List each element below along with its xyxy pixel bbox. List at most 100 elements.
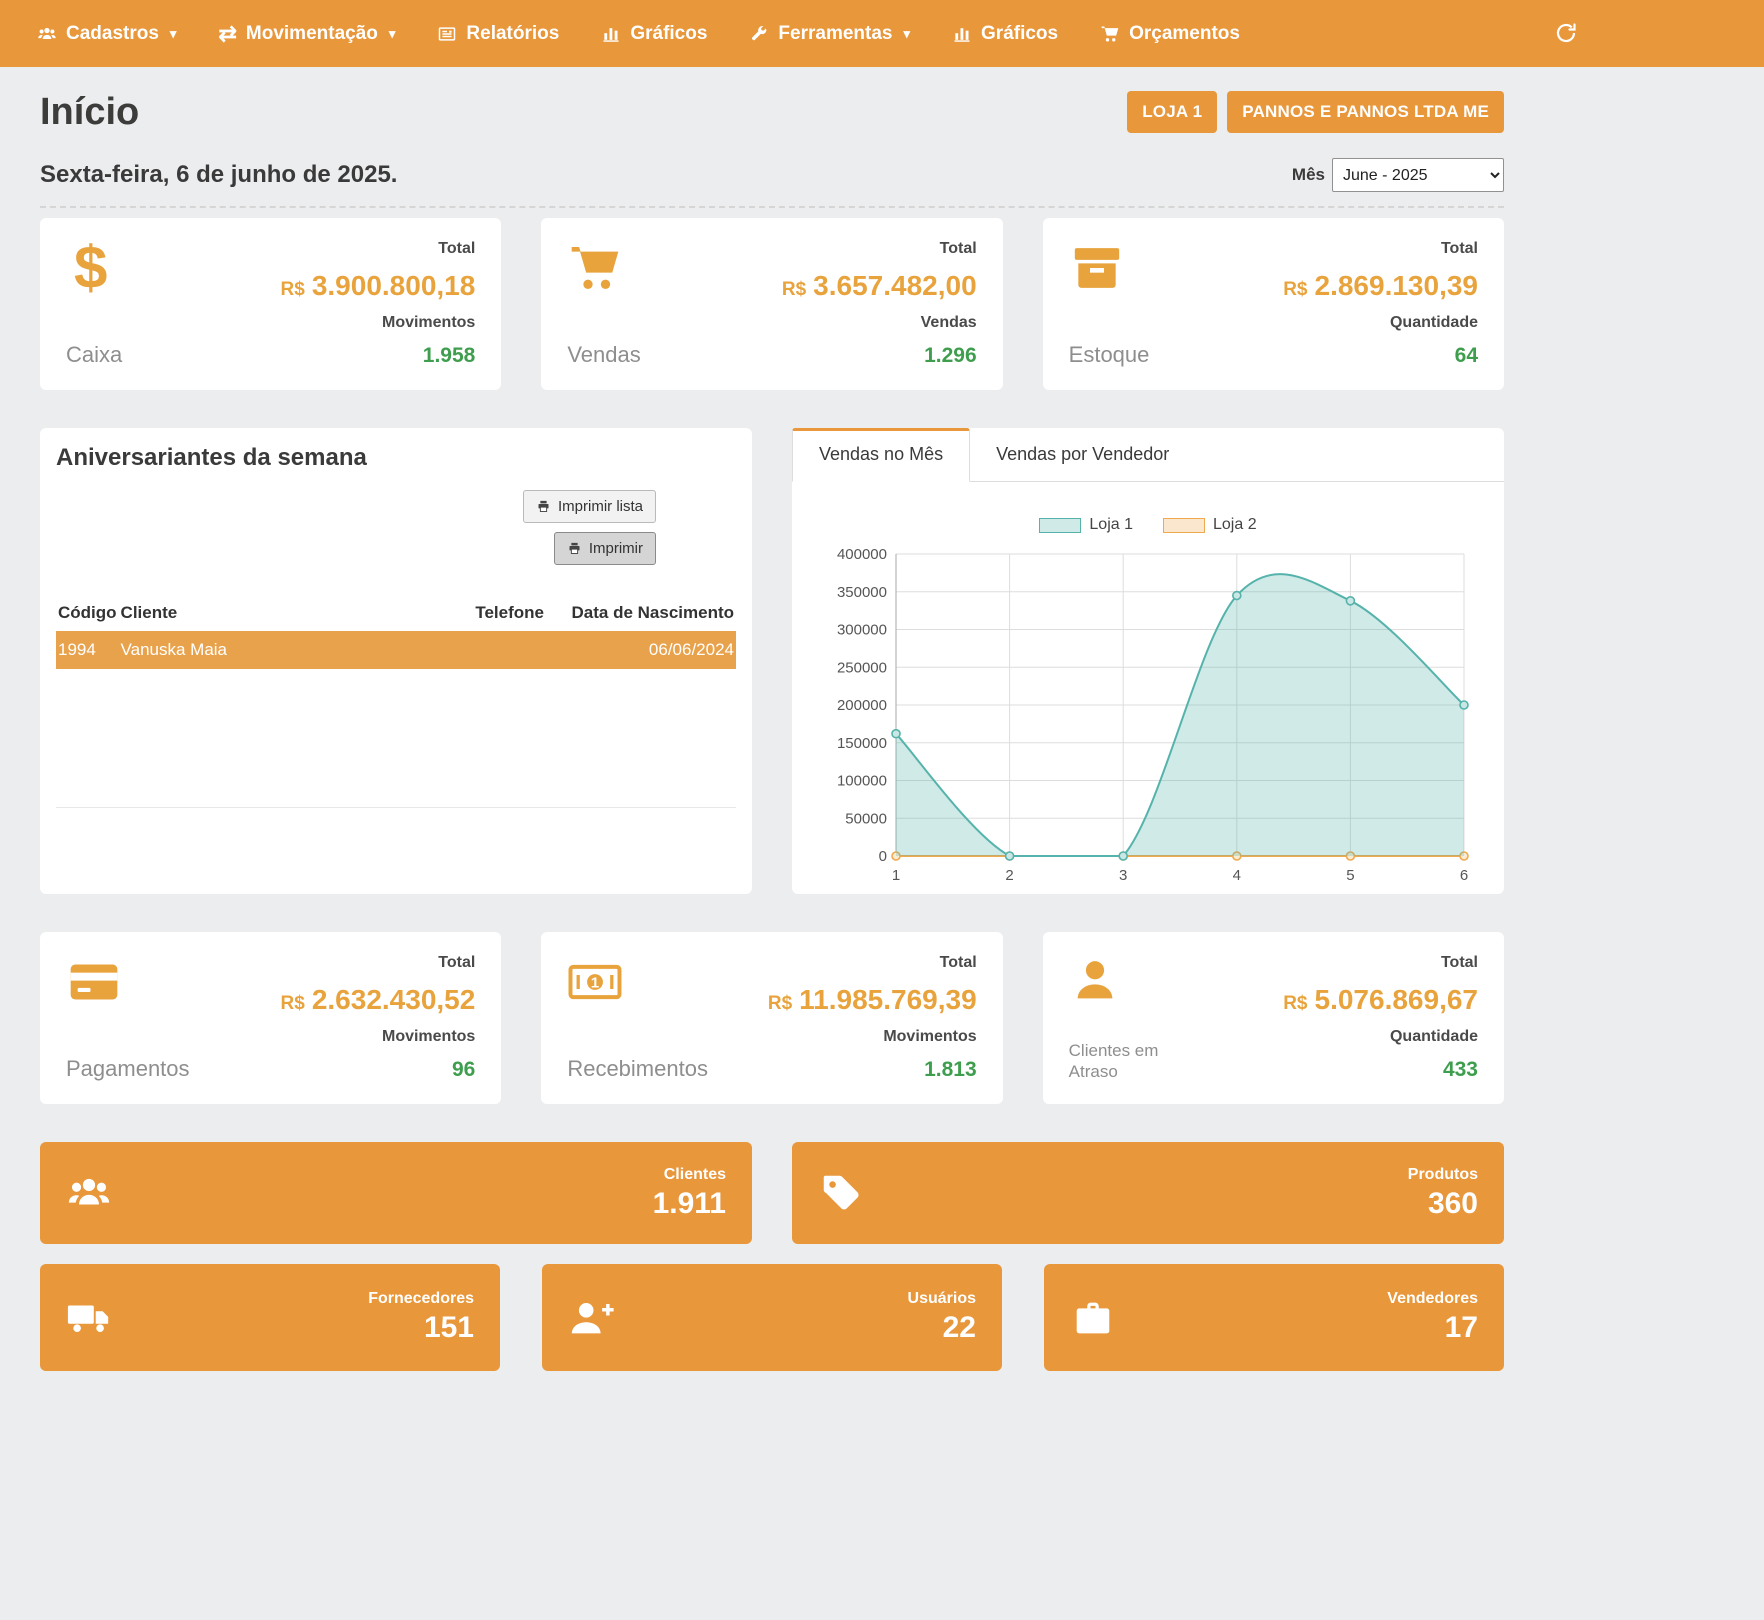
tab-vendas-por-vendedor[interactable]: Vendas por Vendedor bbox=[970, 428, 1195, 481]
money-bill-icon: 1 bbox=[567, 954, 707, 1015]
caret-down-icon: ▾ bbox=[170, 26, 177, 42]
total-value: R$3.900.800,18 bbox=[281, 270, 476, 302]
credit-card-icon bbox=[66, 954, 190, 1015]
tile-vendedores[interactable]: Vendedores 17 bbox=[1044, 1264, 1504, 1371]
birthdays-card: Aniversariantes da semana Imprimir lista… bbox=[40, 428, 752, 894]
count-label: Vendas bbox=[782, 314, 977, 332]
nav-item-movimentacao[interactable]: ⇄ Movimentação ▾ bbox=[197, 0, 416, 67]
total-value: R$5.076.869,67 bbox=[1283, 984, 1478, 1016]
svg-text:250000: 250000 bbox=[837, 659, 887, 676]
tile-value: 151 bbox=[368, 1311, 474, 1345]
legend-label: Loja 1 bbox=[1089, 516, 1133, 534]
tile-value: 22 bbox=[908, 1311, 976, 1345]
divider bbox=[56, 807, 736, 808]
total-label: Total bbox=[1283, 954, 1478, 972]
clientes-atraso-card: Clientes em Atraso Total R$5.076.869,67 … bbox=[1043, 932, 1504, 1104]
wrench-icon bbox=[749, 24, 769, 44]
cell-nascimento: 06/06/2024 bbox=[546, 631, 736, 669]
svg-text:200000: 200000 bbox=[837, 697, 887, 714]
cell-telefone bbox=[446, 631, 546, 669]
svg-text:150000: 150000 bbox=[837, 735, 887, 752]
legend-item[interactable]: Loja 1 bbox=[1039, 516, 1133, 534]
page-header: Início LOJA 1 PANNOS E PANNOS LTDA ME bbox=[40, 91, 1504, 134]
svg-text:300000: 300000 bbox=[837, 622, 887, 639]
total-label: Total bbox=[768, 954, 977, 972]
divider bbox=[40, 206, 1504, 208]
nav-item-graficos-1[interactable]: Gráficos bbox=[580, 0, 728, 67]
company-button[interactable]: PANNOS E PANNOS LTDA ME bbox=[1227, 91, 1504, 133]
nav-item-cadastros[interactable]: Cadastros ▾ bbox=[16, 0, 197, 67]
bar-chart-icon bbox=[952, 24, 972, 44]
briefcase-icon bbox=[1070, 1295, 1116, 1341]
total-value: R$3.657.482,00 bbox=[782, 270, 977, 302]
col-nascimento: Data de Nascimento bbox=[546, 595, 736, 631]
card-name: Clientes em Atraso bbox=[1069, 1040, 1209, 1083]
box-icon bbox=[1069, 240, 1150, 301]
nav-label: Relatórios bbox=[466, 23, 559, 45]
month-label: Mês bbox=[1292, 165, 1325, 185]
nav-item-orcamentos[interactable]: Orçamentos bbox=[1079, 0, 1261, 67]
caret-down-icon: ▾ bbox=[903, 26, 910, 42]
nav-label: Gráficos bbox=[981, 23, 1058, 45]
nav-label: Cadastros bbox=[66, 23, 159, 45]
table-row[interactable]: 1994 Vanuska Maia 06/06/2024 bbox=[56, 631, 736, 669]
nav-label: Gráficos bbox=[630, 23, 707, 45]
nav-item-ferramentas[interactable]: Ferramentas ▾ bbox=[728, 0, 931, 67]
top-nav: Cadastros ▾ ⇄ Movimentação ▾ Relatórios … bbox=[0, 0, 1764, 67]
estoque-card: Estoque Total R$2.869.130,39 Quantidade … bbox=[1043, 218, 1504, 390]
svg-text:4: 4 bbox=[1233, 867, 1241, 884]
count-value: 1.296 bbox=[782, 344, 977, 368]
print-button[interactable]: Imprimir bbox=[554, 532, 656, 565]
dollar-icon: $ bbox=[66, 240, 122, 296]
total-label: Total bbox=[281, 240, 476, 258]
nav-item-graficos-2[interactable]: Gráficos bbox=[931, 0, 1079, 67]
total-value: R$2.632.430,52 bbox=[281, 984, 476, 1016]
refresh-icon[interactable] bbox=[1554, 21, 1578, 45]
tile-usuarios[interactable]: Usuários 22 bbox=[542, 1264, 1002, 1371]
chart-legend: Loja 1 Loja 2 bbox=[810, 516, 1486, 534]
nav-label: Orçamentos bbox=[1129, 23, 1240, 45]
printer-icon bbox=[536, 499, 551, 514]
page-title: Início bbox=[40, 91, 139, 134]
count-label: Movimentos bbox=[281, 1028, 476, 1046]
tab-vendas-no-mes[interactable]: Vendas no Mês bbox=[792, 428, 970, 482]
month-select[interactable]: June - 2025 bbox=[1332, 158, 1504, 192]
print-list-button[interactable]: Imprimir lista bbox=[523, 490, 656, 523]
truck-icon bbox=[66, 1295, 112, 1341]
legend-swatch bbox=[1163, 518, 1205, 533]
newspaper-icon bbox=[437, 24, 457, 44]
tile-clientes[interactable]: Clientes 1.911 bbox=[40, 1142, 752, 1244]
col-codigo: Código bbox=[56, 595, 119, 631]
tile-label: Fornecedores bbox=[368, 1290, 474, 1308]
svg-text:400000: 400000 bbox=[837, 546, 887, 563]
svg-text:6: 6 bbox=[1460, 867, 1468, 884]
count-value: 96 bbox=[281, 1058, 476, 1082]
svg-text:1: 1 bbox=[591, 974, 599, 991]
legend-label: Loja 2 bbox=[1213, 516, 1257, 534]
nav-item-relatorios[interactable]: Relatórios bbox=[416, 0, 580, 67]
count-value: 1.813 bbox=[768, 1058, 977, 1082]
count-label: Quantidade bbox=[1283, 314, 1478, 332]
tile-value: 360 bbox=[1408, 1187, 1478, 1221]
count-value: 64 bbox=[1283, 344, 1478, 368]
legend-item[interactable]: Loja 2 bbox=[1163, 516, 1257, 534]
birthdays-title: Aniversariantes da semana bbox=[56, 444, 736, 472]
cell-cliente: Vanuska Maia bbox=[119, 631, 446, 669]
birthdays-table: Código Cliente Telefone Data de Nascimen… bbox=[56, 595, 736, 669]
person-icon bbox=[1069, 954, 1209, 1011]
exchange-icon: ⇄ bbox=[218, 24, 236, 44]
count-label: Quantidade bbox=[1283, 1028, 1478, 1046]
tile-fornecedores[interactable]: Fornecedores 151 bbox=[40, 1264, 500, 1371]
caixa-card: $ Caixa Total R$3.900.800,18 Movimentos … bbox=[40, 218, 501, 390]
store-button[interactable]: LOJA 1 bbox=[1127, 91, 1217, 133]
svg-text:3: 3 bbox=[1119, 867, 1127, 884]
tile-produtos[interactable]: Produtos 360 bbox=[792, 1142, 1504, 1244]
cart-icon bbox=[567, 240, 640, 301]
current-date: Sexta-feira, 6 de junho de 2025. bbox=[40, 161, 397, 189]
tag-icon bbox=[818, 1170, 864, 1216]
card-name: Vendas bbox=[567, 342, 640, 368]
cell-codigo: 1994 bbox=[56, 631, 119, 669]
user-plus-icon bbox=[568, 1295, 614, 1341]
recebimentos-card: 1 Recebimentos Total R$11.985.769,39 Mov… bbox=[541, 932, 1002, 1104]
sales-chart-svg: 0500001000001500002000002500003000003500… bbox=[818, 544, 1478, 894]
